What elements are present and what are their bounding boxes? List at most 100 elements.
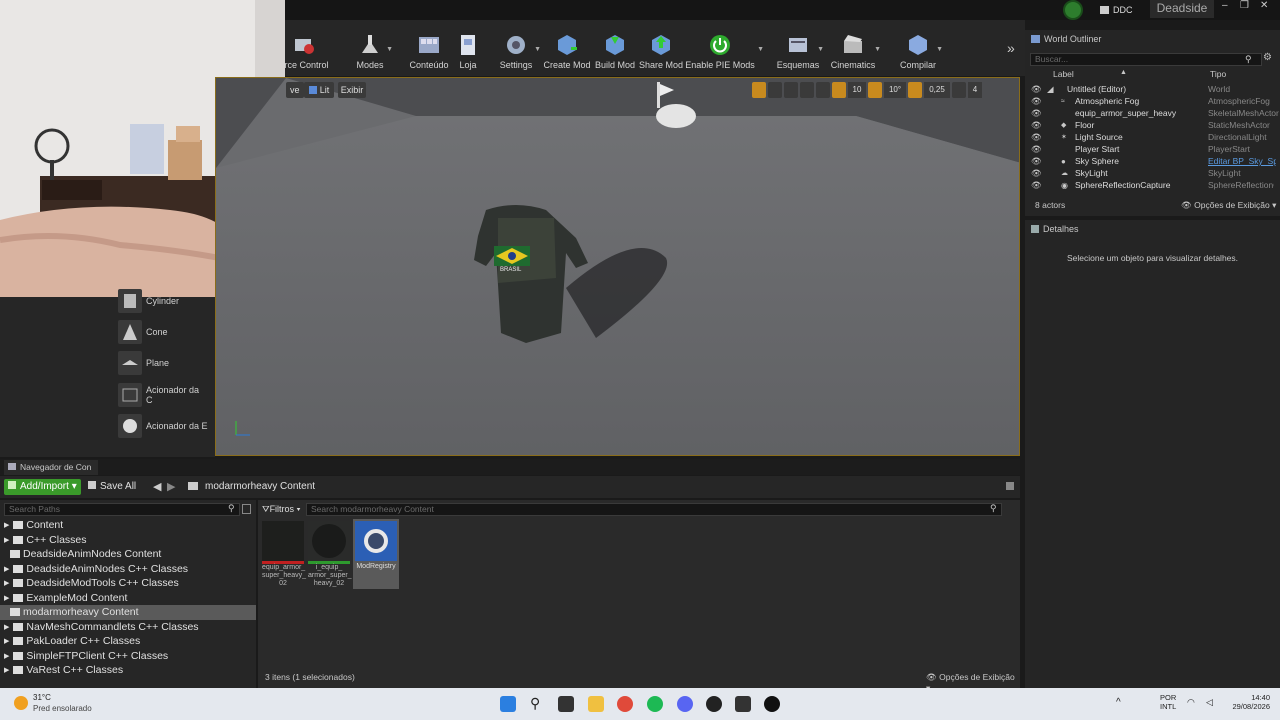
tree-item-selected[interactable]: modarmorheavy Content	[0, 605, 256, 620]
weather-icon[interactable]	[14, 696, 28, 710]
outliner-row[interactable]: 👁 ✶ Light Source DirectionalLight	[1025, 131, 1280, 143]
ue-status-icon[interactable]	[1063, 0, 1083, 20]
visibility-eye-icon[interactable]: 👁	[1031, 168, 1042, 179]
camera-speed-value[interactable]: 4	[968, 82, 982, 98]
tree-view-options-icon[interactable]	[242, 504, 251, 514]
weather-desc[interactable]: Pred ensolarado	[33, 704, 92, 713]
search-icon[interactable]: ⚲	[530, 696, 546, 712]
scale-snap-icon[interactable]	[908, 82, 922, 98]
wifi-icon[interactable]: ◠	[1187, 697, 1195, 708]
language-indicator[interactable]: POR INTL	[1160, 693, 1176, 711]
type-column-header[interactable]: Tipo	[1210, 69, 1226, 79]
place-item-cylinder[interactable]: Cylinder	[118, 287, 208, 315]
marketplace-button[interactable]: Loja	[455, 20, 481, 76]
place-item-sphere-trigger[interactable]: Acionador da E	[118, 412, 208, 440]
breadcrumb[interactable]: modarmorheavy Content	[205, 481, 315, 492]
grid-snap-icon[interactable]	[832, 82, 846, 98]
scale-tool-icon[interactable]	[784, 82, 798, 98]
visibility-eye-icon[interactable]: 👁	[1031, 96, 1042, 107]
world-space-icon[interactable]	[800, 82, 814, 98]
visibility-eye-icon[interactable]: 👁	[1031, 144, 1042, 155]
tab-world-outliner[interactable]: World Outliner	[1031, 31, 1101, 47]
tab-details[interactable]: Detalhes	[1031, 221, 1079, 237]
tree-item[interactable]: ▶ DeadsideAnimNodes C++ Classes	[0, 562, 256, 577]
visibility-eye-icon[interactable]: 👁	[1031, 132, 1042, 143]
chrome-icon[interactable]	[617, 696, 633, 712]
camera-speed-icon[interactable]	[952, 82, 966, 98]
place-item-plane[interactable]: Plane	[118, 349, 208, 377]
outliner-settings-icon[interactable]: ⚙	[1263, 52, 1272, 63]
grid-snap-value[interactable]: 10	[848, 82, 866, 98]
forward-arrow-icon[interactable]: ▶	[167, 480, 175, 493]
tray-chevron-icon[interactable]: ^	[1116, 697, 1121, 708]
show-button[interactable]: Exibir	[338, 82, 366, 98]
outliner-search-input[interactable]: Buscar...	[1030, 53, 1262, 66]
outliner-row[interactable]: 👁 ● Sky Sphere Editar BP_Sky_Sp	[1025, 155, 1280, 167]
place-item-cone[interactable]: Cone	[118, 318, 208, 346]
enable-pie-mods-button[interactable]: Enable PIE Mods ▼	[685, 20, 764, 76]
tree-item[interactable]: ▶ C++ Classes	[0, 533, 256, 548]
viewport-perspective-button[interactable]: ve	[286, 82, 304, 98]
file-explorer-icon[interactable]	[588, 696, 604, 712]
visibility-eye-icon[interactable]: 👁	[1031, 180, 1042, 191]
outliner-row[interactable]: 👁 Player Start PlayerStart	[1025, 143, 1280, 155]
asset-tile[interactable]: i_equip_ armor_super_ heavy_02	[308, 521, 352, 589]
tree-item[interactable]: ▶ Content	[0, 518, 256, 533]
asset-tile-selected[interactable]: ModRegistry	[353, 519, 399, 589]
terminal-icon[interactable]	[735, 696, 751, 712]
visibility-eye-icon[interactable]: 👁	[1031, 120, 1042, 131]
edit-blueprint-link[interactable]: Editar BP_Sky_Sp	[1208, 156, 1276, 166]
minimize-button[interactable]: –	[1222, 0, 1236, 11]
create-mod-button[interactable]: Create Mod	[543, 20, 591, 76]
visibility-eye-icon[interactable]: 👁	[1031, 108, 1042, 119]
build-button[interactable]: Compilar ▼	[900, 20, 943, 76]
label-column-header[interactable]: Label	[1053, 69, 1074, 79]
modes-button[interactable]: Modes ▼	[355, 20, 393, 76]
source-control-button[interactable]: urce Control	[279, 20, 329, 76]
asset-search-input[interactable]: Search modarmorheavy Content	[306, 503, 1002, 516]
content-button[interactable]: Conteúdo	[409, 20, 449, 76]
tree-item[interactable]: ▶ PakLoader C++ Classes	[0, 634, 256, 649]
filters-button[interactable]: ⛛Filtros ▾	[262, 503, 300, 516]
level-viewport[interactable]: BRASIL ve Lit Exibir 10 10° 0,25 4	[215, 77, 1020, 456]
outliner-row[interactable]: 👁 ≈ Atmospheric Fog AtmosphericFog	[1025, 95, 1280, 107]
tab-content-browser[interactable]: Navegador de Con	[4, 460, 98, 475]
asset-tile[interactable]: equip_armor_ super_heavy_ 02	[262, 521, 306, 589]
save-all-button[interactable]: Save All	[88, 479, 136, 495]
outliner-row[interactable]: 👁 equip_armor_super_heavy SkeletalMeshActo…	[1025, 107, 1280, 119]
search-paths-input[interactable]: Search Paths	[4, 503, 240, 516]
rotation-snap-icon[interactable]	[868, 82, 882, 98]
tree-item[interactable]: ▶ VaRest C++ Classes	[0, 663, 256, 678]
discord-icon[interactable]	[677, 696, 693, 712]
start-icon[interactable]	[500, 696, 516, 712]
toolbar-more-button[interactable]: »	[1007, 40, 1015, 56]
outliner-row[interactable]: 👁 ◢ Untitled (Editor) World	[1025, 83, 1280, 95]
place-item-box-trigger[interactable]: Acionador da C	[118, 381, 208, 409]
ddc-button[interactable]: DDC	[1100, 3, 1140, 17]
close-button[interactable]: ✕	[1260, 0, 1274, 11]
surface-snap-icon[interactable]	[816, 82, 830, 98]
lock-icon[interactable]	[1006, 482, 1014, 490]
tree-item[interactable]: ▶ NavMeshCommandlets C++ Classes	[0, 620, 256, 635]
search-icon[interactable]: ⚲	[1245, 54, 1252, 65]
translate-tool-icon[interactable]	[752, 82, 766, 98]
outliner-row[interactable]: 👁 ◆ Floor StaticMeshActor	[1025, 119, 1280, 131]
outliner-row[interactable]: 👁 ◉ SphereReflectionCapture SphereReflectio…	[1025, 179, 1280, 191]
view-mode-button[interactable]: Lit	[304, 82, 334, 98]
github-icon[interactable]	[706, 696, 722, 712]
rotate-tool-icon[interactable]	[768, 82, 782, 98]
maximize-button[interactable]: ❐	[1240, 0, 1254, 11]
tree-item[interactable]: DeadsideAnimNodes Content	[0, 547, 256, 562]
tree-item[interactable]: ▶ DeadsideModTools C++ Classes	[0, 576, 256, 591]
tree-item[interactable]: ▶ ExampleMod Content	[0, 591, 256, 606]
visibility-eye-icon[interactable]: 👁	[1031, 84, 1042, 95]
visibility-eye-icon[interactable]: 👁	[1031, 156, 1042, 167]
tree-item[interactable]: ▶ SimpleFTPClient C++ Classes	[0, 649, 256, 664]
outliner-view-options[interactable]: 👁 Opções de Exibição ▾	[1181, 200, 1276, 211]
weather-temp[interactable]: 31°C	[33, 693, 51, 702]
blueprints-button[interactable]: Esquemas ▼	[777, 20, 824, 76]
spotify-icon[interactable]	[647, 696, 663, 712]
task-view-icon[interactable]	[558, 696, 574, 712]
rotation-snap-value[interactable]: 10°	[884, 82, 906, 98]
back-arrow-icon[interactable]: ◀	[153, 480, 161, 493]
